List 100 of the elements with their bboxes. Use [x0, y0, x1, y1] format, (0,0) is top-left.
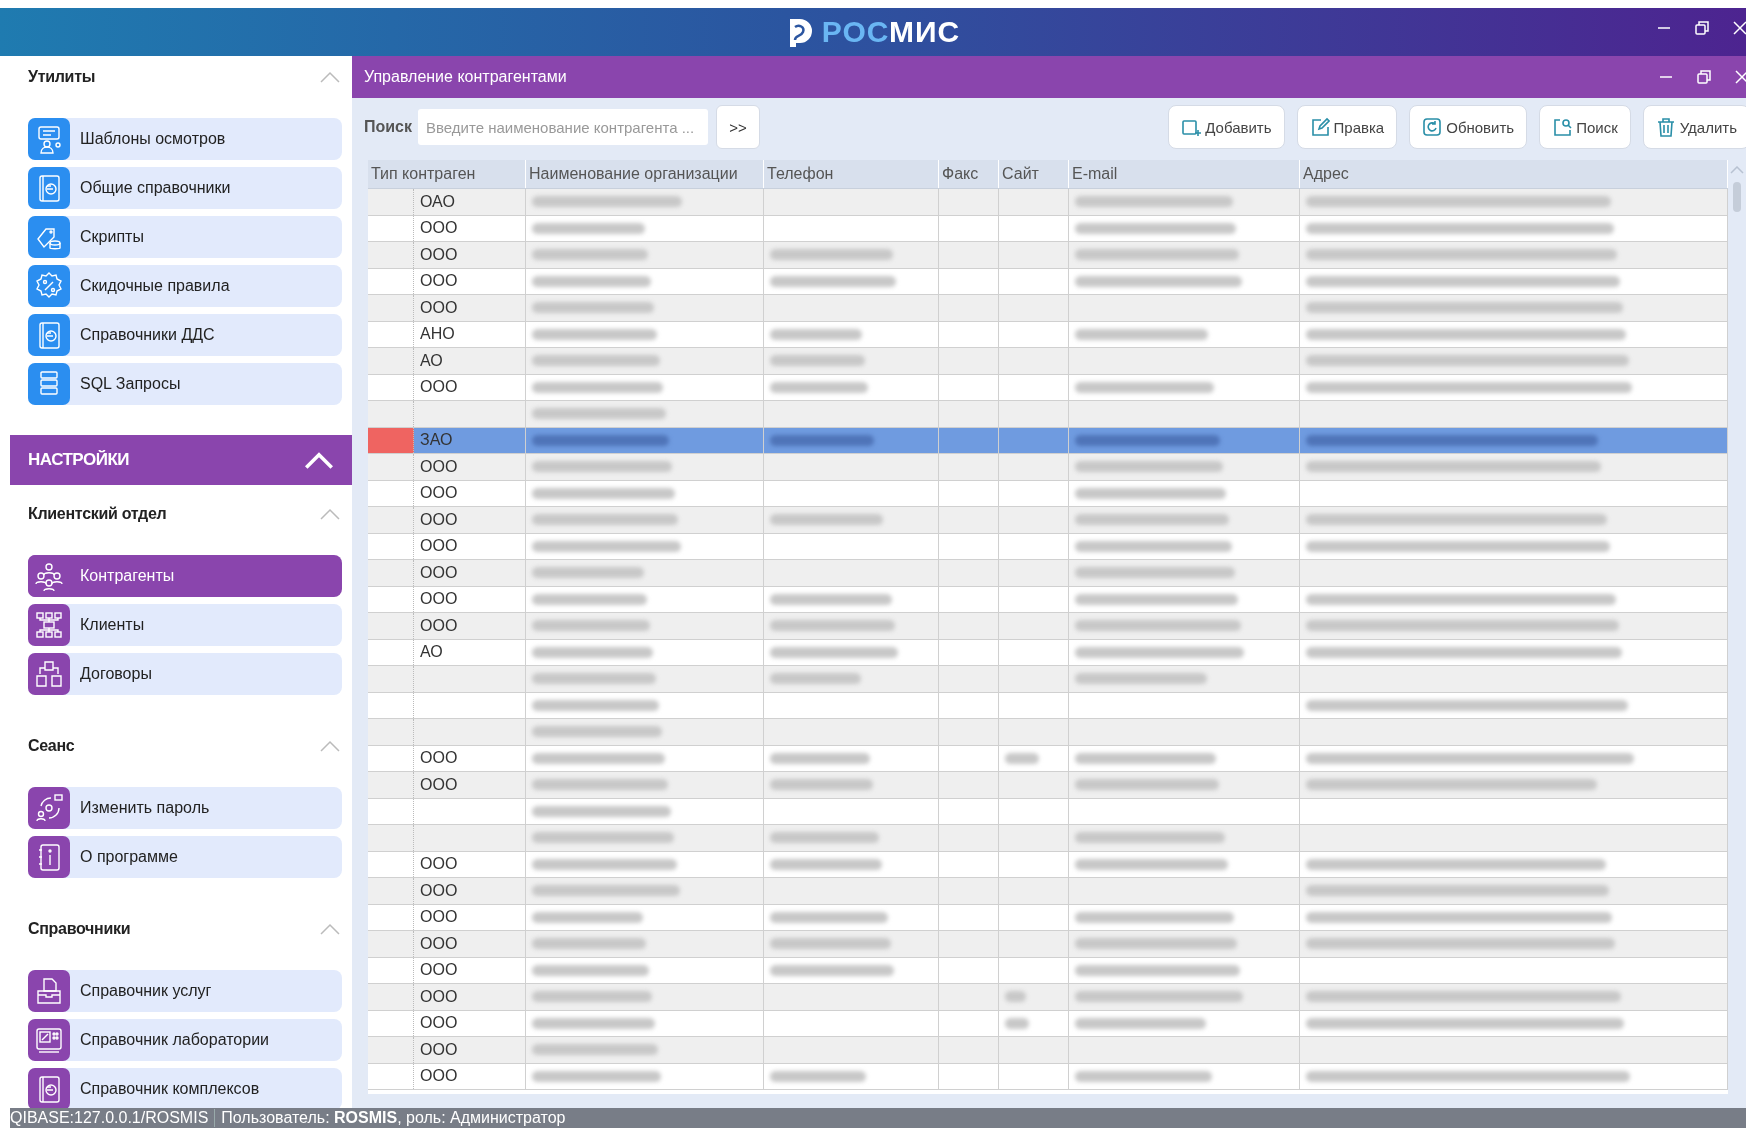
column-header[interactable]: Телефон: [764, 160, 939, 188]
table-row[interactable]: [368, 666, 1728, 693]
table-cell: ООО: [414, 374, 526, 400]
restore-icon[interactable]: [1696, 69, 1712, 85]
table-cell: ООО: [414, 931, 526, 957]
panel-title: Управление контрагентами: [364, 68, 567, 86]
folders-icon: [33, 658, 65, 690]
table-row[interactable]: ООО: [368, 215, 1728, 242]
table-row[interactable]: АНО: [368, 321, 1728, 348]
nav-item[interactable]: Контрагенты: [28, 555, 342, 597]
hierarchy-icon: [33, 609, 65, 641]
edit-icon: [1309, 117, 1330, 137]
nav-item[interactable]: Справочники ДДС: [28, 314, 342, 356]
section-title: Клиентский отдел: [28, 505, 167, 523]
search-label: Поиск: [364, 118, 412, 136]
table-row[interactable]: ООО: [368, 374, 1728, 401]
table-row[interactable]: ООО: [368, 931, 1728, 958]
table-cell: ООО: [414, 242, 526, 268]
nav-item[interactable]: SQL Запросы: [28, 363, 342, 405]
nav-item[interactable]: Изменить пароль: [28, 787, 342, 829]
table-row[interactable]: ОАО: [368, 189, 1728, 216]
table-row[interactable]: ООО: [368, 745, 1728, 772]
nav-item[interactable]: Справочник услуг: [28, 970, 342, 1012]
scrollbar-thumb[interactable]: [1733, 182, 1741, 212]
table-row[interactable]: [368, 719, 1728, 746]
search-icon: [1552, 117, 1573, 137]
table-row[interactable]: ООО: [368, 480, 1728, 507]
table-cell: ООО: [414, 851, 526, 877]
table-row[interactable]: [368, 825, 1728, 852]
toolbar-button[interactable]: Поиск: [1539, 105, 1631, 149]
table-row[interactable]: ООО: [368, 1063, 1728, 1090]
table-row[interactable]: [368, 692, 1728, 719]
refresh-icon: [1422, 117, 1443, 137]
logo-text: РОСМИС: [821, 15, 961, 49]
category-header[interactable]: НАСТРОЙКИ: [10, 435, 352, 485]
search-field[interactable]: Введите наименование контрагента ...: [418, 109, 708, 145]
column-header[interactable]: Факс: [939, 160, 999, 188]
table-cell: ООО: [414, 295, 526, 321]
table-row[interactable]: ООО: [368, 295, 1728, 322]
table-row[interactable]: ООО: [368, 1010, 1728, 1037]
user-info-text: Пользователь: ROSMIS, роль: Администратор: [221, 1108, 566, 1128]
toolbar-button[interactable]: Правка: [1296, 105, 1398, 149]
table-cell: ЗАО: [414, 427, 526, 453]
table-cell: ООО: [414, 904, 526, 930]
column-header[interactable]: Тип контраген: [368, 160, 526, 188]
nav-item[interactable]: Справочник комплексов: [28, 1068, 342, 1108]
table-row[interactable]: [368, 798, 1728, 825]
add-icon: [1181, 117, 1202, 137]
section-title: Справочники: [28, 920, 131, 938]
table-row[interactable]: [368, 401, 1728, 428]
table-row[interactable]: ООО: [368, 242, 1728, 269]
toolbar-button[interactable]: Добавить: [1168, 105, 1285, 149]
table-cell: АО: [414, 348, 526, 374]
table-row[interactable]: ООО: [368, 772, 1728, 799]
table-row[interactable]: ООО: [368, 851, 1728, 878]
nav-item[interactable]: Общие справочники: [28, 167, 342, 209]
table-cell: ООО: [414, 772, 526, 798]
search-go-button[interactable]: >>: [716, 105, 760, 149]
table-row[interactable]: ООО: [368, 560, 1728, 587]
table-row[interactable]: АО: [368, 348, 1728, 375]
table-row[interactable]: ООО: [368, 454, 1728, 481]
table-cell: ООО: [414, 984, 526, 1010]
nav-item[interactable]: О программе: [28, 836, 342, 878]
nav-item[interactable]: Шаблоны осмотров: [28, 118, 342, 160]
column-header[interactable]: Сайт: [999, 160, 1069, 188]
table-cell: АНО: [414, 321, 526, 347]
toolbar-button[interactable]: Обновить: [1409, 105, 1528, 149]
table-cell: ООО: [414, 1010, 526, 1036]
table-cell: ООО: [414, 560, 526, 586]
close-icon[interactable]: [1732, 20, 1746, 36]
table-row[interactable]: ООО: [368, 1037, 1728, 1064]
table-cell: ОАО: [414, 189, 526, 215]
nav-item[interactable]: Скрипты: [28, 216, 342, 258]
column-header[interactable]: E-mail: [1069, 160, 1300, 188]
table-row[interactable]: ООО: [368, 878, 1728, 905]
restore-icon[interactable]: [1694, 20, 1710, 36]
table-cell: ООО: [414, 268, 526, 294]
table-row[interactable]: ООО: [368, 586, 1728, 613]
table-row[interactable]: АО: [368, 639, 1728, 666]
user-cycle-icon: [33, 792, 65, 824]
table-row[interactable]: ООО: [368, 957, 1728, 984]
toolbar-button[interactable]: Удалить: [1642, 105, 1746, 149]
table-row[interactable]: ЗАО: [368, 427, 1728, 454]
column-header[interactable]: Наименование организации: [526, 160, 764, 188]
blurred-text: [1005, 991, 1026, 1003]
table-cell: ООО: [414, 507, 526, 533]
nav-item[interactable]: Скидочные правила: [28, 265, 342, 307]
nav-item[interactable]: Справочник лаборатории: [28, 1019, 342, 1061]
table-cell: ООО: [414, 613, 526, 639]
nav-item[interactable]: Клиенты: [28, 604, 342, 646]
table-row[interactable]: ООО: [368, 507, 1728, 534]
table-cell: ООО: [414, 480, 526, 506]
table-row[interactable]: ООО: [368, 533, 1728, 560]
table-row[interactable]: ООО: [368, 268, 1728, 295]
table-cell: ООО: [414, 586, 526, 612]
table-row[interactable]: ООО: [368, 904, 1728, 931]
nav-item[interactable]: Договоры: [28, 653, 342, 695]
table-row[interactable]: ООО: [368, 613, 1728, 640]
close-icon[interactable]: [1734, 69, 1746, 85]
table-row[interactable]: ООО: [368, 984, 1728, 1011]
